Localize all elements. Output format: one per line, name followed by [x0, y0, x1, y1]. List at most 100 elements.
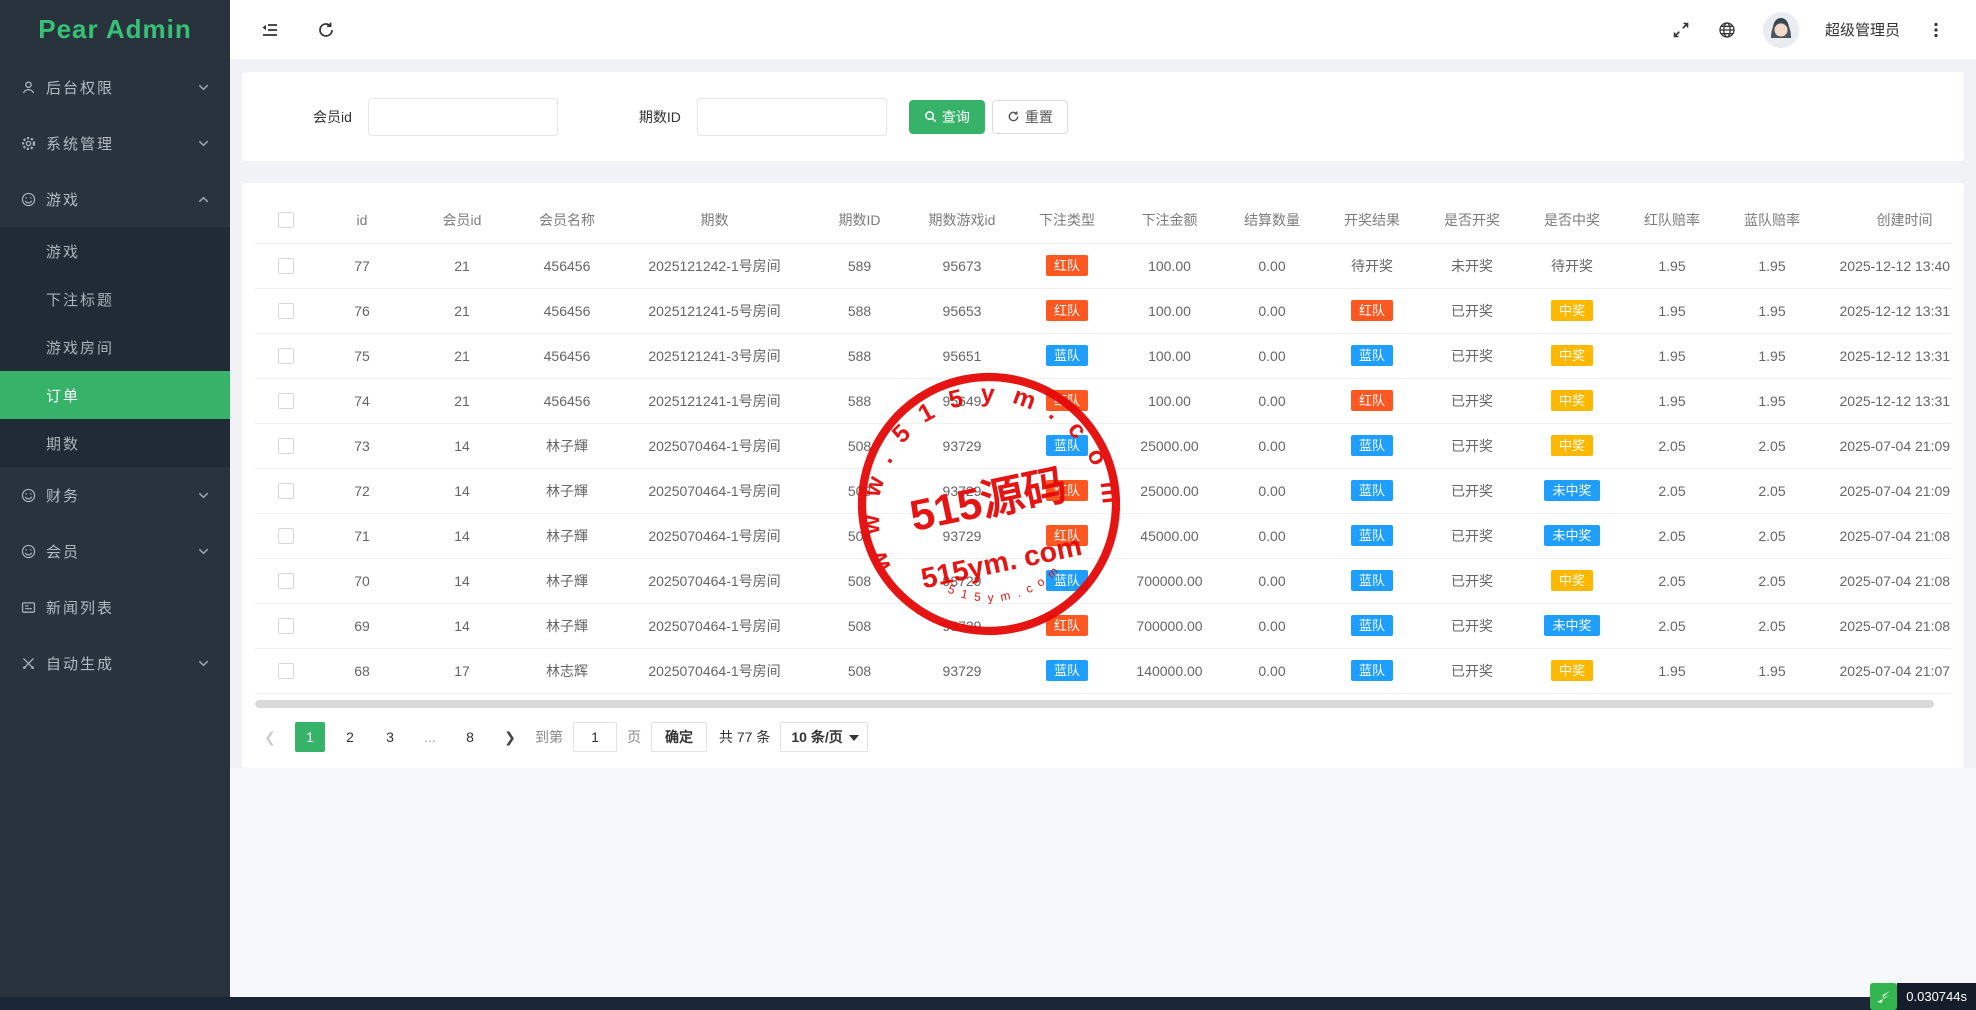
status-badge: 蓝队 — [1351, 480, 1393, 501]
page-size-select[interactable]: 10 条/页 — [780, 722, 867, 752]
sidebar-item-finance[interactable]: 财务 — [0, 467, 230, 523]
more-menu-icon[interactable] — [1926, 20, 1946, 40]
total-count: 共 77 条 — [719, 727, 770, 747]
page-button-1[interactable]: 1 — [295, 722, 325, 752]
column-header: 创建时间 — [1822, 197, 1951, 243]
reset-icon — [1007, 110, 1020, 123]
status-badge: 蓝队 — [1351, 660, 1393, 681]
fullscreen-icon[interactable] — [1671, 20, 1691, 40]
top-header: 超级管理员 — [230, 0, 1976, 59]
period-id-input[interactable] — [697, 98, 887, 136]
sidebar: Pear Admin 后台权限 系统管理 游戏 游戏下注标题游戏房间订单期数 财… — [0, 0, 230, 1010]
next-page-button[interactable]: ❯ — [495, 722, 525, 752]
refresh-icon[interactable] — [316, 20, 336, 40]
status-badge: 红队 — [1046, 255, 1088, 276]
table-row: 6914林子輝2025070464-1号房间50893729红队700000.0… — [255, 603, 1951, 648]
sidebar-item-auto-generate[interactable]: 自动生成 — [0, 635, 230, 691]
status-badge: 红队 — [1046, 615, 1088, 636]
row-checkbox[interactable] — [278, 618, 294, 634]
trace-toggle-icon[interactable] — [1870, 983, 1897, 1010]
row-checkbox[interactable] — [278, 348, 294, 364]
sidebar-item-game-sub[interactable]: 游戏 — [0, 227, 230, 275]
sidebar-item-member[interactable]: 会员 — [0, 523, 230, 579]
execution-time: 0.030744s — [1897, 983, 1976, 1010]
app-logo: Pear Admin — [0, 0, 230, 59]
column-header: 是否中奖 — [1522, 197, 1622, 243]
query-button[interactable]: 查询 — [909, 100, 985, 134]
horizontal-scrollbar[interactable] — [255, 700, 1934, 708]
sidebar-item-bet-title[interactable]: 下注标题 — [0, 275, 230, 323]
page-button-8[interactable]: 8 — [455, 722, 485, 752]
status-badge: 中奖 — [1551, 345, 1593, 366]
row-checkbox[interactable] — [278, 393, 294, 409]
status-badge: 未中奖 — [1544, 480, 1599, 501]
news-icon — [20, 599, 37, 616]
status-badge: 蓝队 — [1351, 525, 1393, 546]
goto-page-input[interactable] — [573, 722, 617, 752]
column-header: 是否开奖 — [1422, 197, 1522, 243]
sidebar-item-game-room[interactable]: 游戏房间 — [0, 323, 230, 371]
status-badge: 蓝队 — [1351, 615, 1393, 636]
period-id-label: 期数ID — [639, 107, 681, 127]
table-row: 75214564562025121241-3号房间58895651蓝队100.0… — [255, 333, 1951, 378]
goto-label: 到第 — [535, 727, 563, 747]
status-badge: 蓝队 — [1351, 345, 1393, 366]
footer-bar — [0, 997, 1976, 1010]
row-checkbox[interactable] — [278, 438, 294, 454]
select-all-checkbox[interactable] — [278, 212, 294, 228]
orders-table: id会员id会员名称期数期数ID期数游戏id下注类型下注金额结算数量开奖结果是否… — [255, 197, 1951, 694]
column-header: 蓝队赔率 — [1722, 197, 1822, 243]
tools-icon — [20, 655, 37, 672]
status-badge: 红队 — [1351, 300, 1393, 321]
status-badge: 红队 — [1046, 390, 1088, 411]
row-checkbox[interactable] — [278, 663, 294, 679]
status-badge: 蓝队 — [1351, 435, 1393, 456]
page-buttons: 123... 8 — [295, 722, 485, 752]
orders-table-card: id会员id会员名称期数期数ID期数游戏id下注类型下注金额结算数量开奖结果是否… — [242, 183, 1964, 768]
sidebar-item-order[interactable]: 订单 — [0, 371, 230, 419]
table-body: 77214564562025121242-1号房间58995673红队100.0… — [255, 243, 1951, 693]
globe-icon[interactable] — [1717, 20, 1737, 40]
confirm-page-button[interactable]: 确定 — [651, 722, 707, 752]
page-button-2[interactable]: 2 — [335, 722, 365, 752]
row-checkbox[interactable] — [278, 483, 294, 499]
sidebar-item-admin-auth[interactable]: 后台权限 — [0, 59, 230, 115]
sidebar-item-system-manage[interactable]: 系统管理 — [0, 115, 230, 171]
status-badge: 未中奖 — [1544, 525, 1599, 546]
column-header: 下注类型 — [1017, 197, 1117, 243]
status-badge: 中奖 — [1551, 435, 1593, 456]
sidebar-menu: 后台权限 系统管理 游戏 游戏下注标题游戏房间订单期数 财务 会员 新闻列表 自… — [0, 59, 230, 691]
chevron-down-icon — [197, 81, 210, 94]
status-badge: 中奖 — [1551, 390, 1593, 411]
sidebar-item-news-list[interactable]: 新闻列表 — [0, 579, 230, 635]
column-header: 期数ID — [812, 197, 907, 243]
reset-button[interactable]: 重置 — [992, 100, 1068, 134]
smiley-icon — [20, 543, 37, 560]
page-button-3[interactable]: 3 — [375, 722, 405, 752]
row-checkbox[interactable] — [278, 258, 294, 274]
user-icon — [20, 79, 37, 96]
chevron-down-icon — [197, 545, 210, 558]
row-checkbox[interactable] — [278, 303, 294, 319]
prev-page-button[interactable]: ❮ — [255, 722, 285, 752]
row-checkbox[interactable] — [278, 528, 294, 544]
chevron-down-icon — [197, 657, 210, 670]
avatar[interactable] — [1763, 12, 1799, 48]
user-name[interactable]: 超级管理员 — [1825, 19, 1900, 40]
sidebar-item-period[interactable]: 期数 — [0, 419, 230, 467]
pagination: ❮ 123... 8 ❯ 到第 页 确定 共 77 条 10 条/页 — [255, 722, 1951, 752]
column-header: 开奖结果 — [1322, 197, 1422, 243]
status-badge: 蓝队 — [1046, 570, 1088, 591]
page-unit-label: 页 — [627, 727, 641, 747]
chevron-up-icon — [197, 193, 210, 206]
sidebar-submenu: 游戏下注标题游戏房间订单期数 — [0, 227, 230, 467]
row-checkbox[interactable] — [278, 573, 294, 589]
table-header-row: id会员id会员名称期数期数ID期数游戏id下注类型下注金额结算数量开奖结果是否… — [255, 197, 1951, 243]
member-id-input[interactable] — [368, 98, 558, 136]
collapse-sidebar-icon[interactable] — [260, 20, 280, 40]
table-row: 7214林子輝2025070464-1号房间50893729红队25000.00… — [255, 468, 1951, 513]
status-badge: 红队 — [1046, 525, 1088, 546]
page-ellipsis: ... — [415, 722, 445, 752]
table-row: 7014林子輝2025070464-1号房间50893729蓝队700000.0… — [255, 558, 1951, 603]
sidebar-item-game[interactable]: 游戏 — [0, 171, 230, 227]
